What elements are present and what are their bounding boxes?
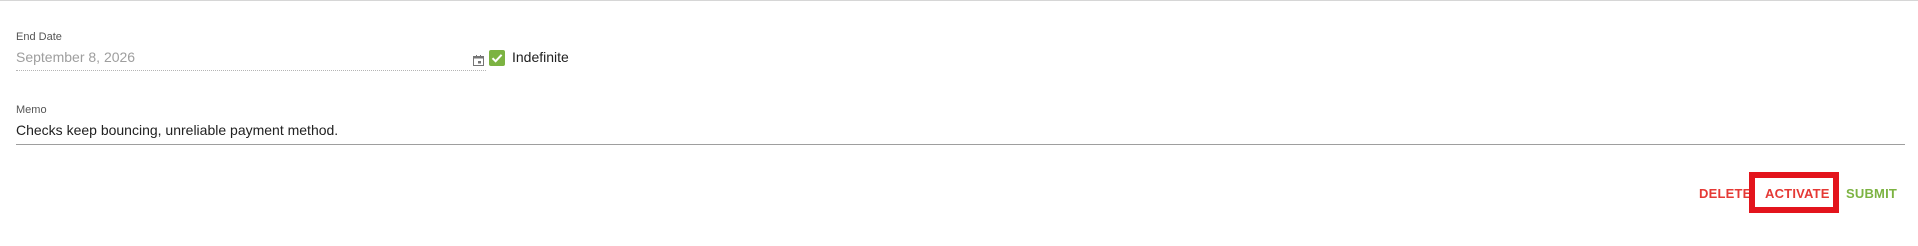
top-divider: [0, 0, 1918, 1]
indefinite-checkbox[interactable]: [489, 50, 505, 66]
memo-value: Checks keep bouncing, unreliable payment…: [16, 122, 339, 138]
indefinite-label[interactable]: Indefinite: [512, 49, 569, 65]
submit-button[interactable]: SUBMIT: [1846, 186, 1897, 201]
end-date-field[interactable]: September 8, 2026: [16, 48, 486, 71]
memo-field[interactable]: Checks keep bouncing, unreliable payment…: [16, 120, 1905, 145]
record-form: End Date September 8, 2026 Indefinite Me…: [0, 0, 1918, 246]
delete-button[interactable]: DELETE: [1699, 186, 1751, 201]
end-date-value: September 8, 2026: [16, 49, 136, 65]
highlight-box: [1749, 172, 1839, 213]
checkmark-icon: [491, 54, 503, 63]
end-date-label: End Date: [16, 31, 62, 43]
calendar-icon[interactable]: [473, 53, 484, 66]
memo-label: Memo: [16, 104, 47, 116]
